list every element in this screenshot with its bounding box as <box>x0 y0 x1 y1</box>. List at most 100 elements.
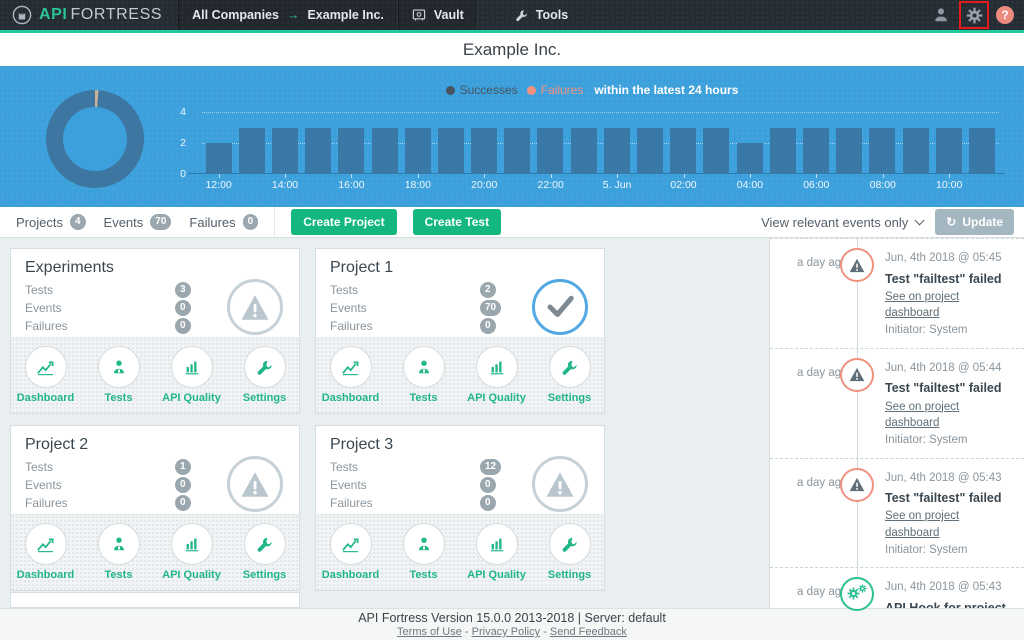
settings-button[interactable]: Settings <box>540 523 600 581</box>
failures-dot-icon <box>527 86 536 95</box>
footer-link[interactable]: Terms of Use <box>397 626 462 638</box>
success-bar <box>438 128 464 175</box>
settings-button[interactable]: Settings <box>235 346 295 404</box>
x-tick-mark <box>551 174 552 178</box>
bar-slot <box>235 112 268 174</box>
warning-triangle-icon <box>849 367 865 382</box>
y-tick-label: 2 <box>180 137 186 149</box>
failures-label: Failures <box>330 496 480 510</box>
tests-count-badge: 3 <box>175 282 191 298</box>
tests-button[interactable]: Tests <box>89 523 149 581</box>
fortress-logo-icon <box>12 5 32 25</box>
toolbar: Projects 4 Events 70 Failures 0 Create P… <box>0 207 1024 238</box>
success-bar <box>770 128 796 175</box>
event-dashboard-link[interactable]: See on project dashboard <box>885 399 1016 432</box>
dashboard-button[interactable]: Dashboard <box>16 523 76 581</box>
user-account-icon[interactable] <box>930 4 952 26</box>
bar-chart-icon <box>488 358 506 376</box>
y-tick-label: 0 <box>180 168 186 180</box>
breadcrumb-all-companies[interactable]: All Companies <box>192 8 279 22</box>
settings-gear-icon[interactable] <box>963 4 985 26</box>
toolbar-counter[interactable]: Events 70 <box>104 214 172 230</box>
api-quality-button[interactable]: API Quality <box>467 346 527 404</box>
nav-vault-label: Vault <box>434 8 464 22</box>
top-nav: API FORTRESS All Companies → Example Inc… <box>0 0 1024 30</box>
card-actions: Dashboard Tests API Quality <box>11 514 299 590</box>
event-timestamp: Jun, 4th 2018 @ 05:45 <box>885 250 1016 267</box>
x-tick-mark <box>883 174 884 178</box>
bar-slot <box>468 112 501 174</box>
toolbar-counter[interactable]: Projects 4 <box>16 214 86 230</box>
success-bar <box>936 128 962 175</box>
main-content: Experiments Tests 3 Events 0 Failures 0 <box>0 238 1024 608</box>
event-status-icon <box>840 468 874 502</box>
bar-slot <box>866 112 899 174</box>
successes-dot-icon <box>446 86 455 95</box>
success-bar <box>372 128 398 175</box>
partial-card <box>10 592 300 608</box>
create-test-button[interactable]: Create Test <box>413 209 501 235</box>
project-name: Project 1 <box>330 259 590 277</box>
settings-button[interactable]: Settings <box>235 523 295 581</box>
create-project-button[interactable]: Create Project <box>291 209 396 235</box>
event-timestamp: Jun, 4th 2018 @ 05:44 <box>885 360 1016 377</box>
update-button[interactable]: ↻ Update <box>935 209 1014 235</box>
event-initiator: Initiator: System <box>885 322 1016 339</box>
breadcrumb-company[interactable]: Example Inc. <box>307 8 383 22</box>
bar-chart-plot <box>202 112 999 174</box>
x-tick-label: 12:00 <box>194 179 244 191</box>
bar-slot <box>600 112 633 174</box>
project-card: Experiments Tests 3 Events 0 Failures 0 <box>10 248 300 414</box>
footer-links: Terms of Use - Privacy Policy - Send Fee… <box>0 626 1024 638</box>
tests-button[interactable]: Tests <box>89 346 149 404</box>
toolbar-counters: Projects 4 Events 70 Failures 0 <box>16 214 258 230</box>
api-quality-button[interactable]: API Quality <box>162 346 222 404</box>
success-bar <box>637 128 663 175</box>
tests-label: Tests <box>330 460 480 474</box>
page-title: Example Inc. <box>0 33 1024 66</box>
events-label: Events <box>330 301 480 315</box>
events-label: Events <box>25 301 175 315</box>
tests-button[interactable]: Tests <box>394 346 454 404</box>
project-status-indicator <box>227 279 283 335</box>
success-bar <box>504 128 530 175</box>
event-dashboard-link[interactable]: See on project dashboard <box>885 508 1016 541</box>
x-tick-label: 22:00 <box>526 179 576 191</box>
failures-count-badge: 0 <box>480 318 496 334</box>
nav-item-vault[interactable]: Vault <box>398 0 478 30</box>
api-quality-button[interactable]: API Quality <box>467 523 527 581</box>
event-status-icon <box>840 577 874 611</box>
events-filter-dropdown[interactable]: View relevant events only <box>761 215 923 230</box>
bar-slot <box>501 112 534 174</box>
bar-chart-icon <box>488 535 506 553</box>
tests-button[interactable]: Tests <box>394 523 454 581</box>
bar-slot <box>932 112 965 174</box>
project-status-indicator <box>532 456 588 512</box>
nav-item-tools[interactable]: Tools <box>502 0 581 30</box>
event-dashboard-link[interactable]: See on project dashboard <box>885 289 1016 322</box>
success-bar <box>903 128 929 175</box>
x-tick-label: 18:00 <box>393 179 443 191</box>
footer: API Fortress Version 15.0.0 2013-2018 | … <box>0 608 1024 640</box>
x-tick-label: 02:00 <box>659 179 709 191</box>
bar-slot <box>567 112 600 174</box>
app-logo[interactable]: API FORTRESS <box>0 0 178 30</box>
chart-x-axis: 12:0014:0016:0018:0020:0022:005. Jun02:0… <box>202 179 999 193</box>
event-title: Test "failtest" failed <box>885 379 1016 397</box>
breadcrumb-arrow-icon: → <box>287 8 300 22</box>
events-count-badge: 0 <box>480 477 496 493</box>
footer-link[interactable]: Privacy Policy <box>472 626 540 638</box>
wrench-icon <box>256 359 273 376</box>
dashboard-chart-icon <box>36 358 55 377</box>
x-tick-label: 20:00 <box>459 179 509 191</box>
help-icon[interactable]: ? <box>996 6 1014 24</box>
dashboard-button[interactable]: Dashboard <box>321 346 381 404</box>
success-bar <box>670 128 696 175</box>
status-chart-panel: Successes Failures within the latest 24 … <box>0 66 1024 207</box>
dashboard-button[interactable]: Dashboard <box>16 346 76 404</box>
api-quality-button[interactable]: API Quality <box>162 523 222 581</box>
toolbar-counter[interactable]: Failures 0 <box>189 214 258 230</box>
dashboard-button[interactable]: Dashboard <box>321 523 381 581</box>
settings-button[interactable]: Settings <box>540 346 600 404</box>
footer-link[interactable]: Send Feedback <box>550 626 627 638</box>
